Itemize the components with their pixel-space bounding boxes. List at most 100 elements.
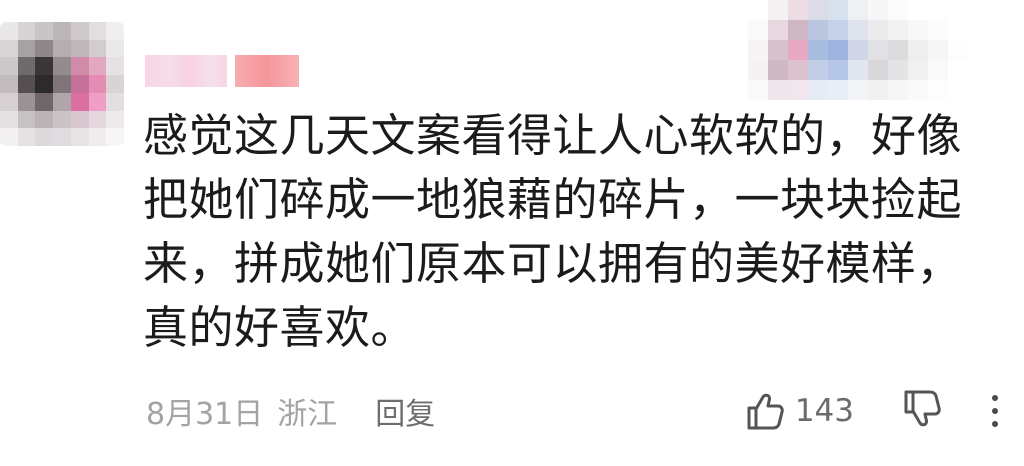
sticker-pixel	[808, 20, 828, 40]
sticker-pixel	[768, 0, 788, 20]
more-vertical-icon-dot	[992, 408, 998, 414]
avatar-pixel	[17, 128, 36, 146]
sticker-pixel	[768, 80, 788, 100]
avatar-pixel	[17, 92, 36, 111]
avatar-pixel	[53, 110, 71, 129]
avatar-pixel	[106, 92, 124, 111]
avatar-pixel	[35, 75, 54, 93]
avatar-pixel	[53, 57, 71, 76]
avatar-pixel	[53, 75, 71, 93]
avatar-pixel	[106, 128, 124, 146]
sticker-pixel	[908, 40, 928, 60]
sticker-pixel	[848, 60, 868, 80]
avatar-pixel	[53, 22, 71, 40]
like-count: 143	[794, 393, 854, 429]
sticker-pixel	[828, 40, 848, 60]
sticker-pixel	[788, 80, 808, 100]
sticker-pixel	[888, 40, 908, 60]
avatar-pixel	[35, 128, 54, 146]
sticker-pixel	[848, 80, 868, 100]
avatar-pixel	[88, 39, 107, 58]
avatar-pixel	[88, 22, 107, 40]
avatar-pixel	[17, 39, 36, 58]
avatar-pixel	[70, 128, 89, 146]
sticker-pixel	[788, 40, 808, 60]
comment-text: 感觉这几天文案看得让人心软软的，好像把她们碎成一地狼藉的碎片，一块块捡起来，拼成…	[143, 109, 963, 354]
avatar-pixel	[53, 92, 71, 111]
dislike-button[interactable]	[900, 387, 944, 435]
avatar-pixel	[70, 110, 89, 129]
avatar-pixel	[35, 57, 54, 76]
sticker-pixel	[888, 0, 908, 20]
sticker-pixel	[748, 40, 768, 60]
sticker-image	[748, 0, 968, 100]
avatar-pixel	[70, 57, 89, 76]
sticker-pixel	[788, 0, 808, 20]
sticker-pixel	[928, 60, 948, 80]
sticker-pixel	[748, 60, 768, 80]
sticker-pixel	[768, 20, 788, 40]
avatar-pixel	[70, 22, 89, 40]
sticker-pixel	[788, 20, 808, 40]
avatar-pixel	[106, 22, 124, 40]
sticker-pixel	[868, 80, 888, 100]
more-options-button[interactable]	[984, 395, 1006, 427]
avatar-pixel	[0, 75, 18, 93]
sticker-pixel	[788, 60, 808, 80]
avatar-pixel	[88, 92, 107, 111]
avatar-pixel	[53, 39, 71, 58]
avatar-pixel	[106, 39, 124, 58]
sticker-pixel	[888, 80, 908, 100]
sticker-pixel	[948, 0, 968, 20]
sticker-pixel	[768, 40, 788, 60]
sticker-pixel	[908, 0, 928, 20]
avatar-pixel	[53, 128, 71, 146]
avatar-pixel	[17, 57, 36, 76]
sticker-pixel	[748, 20, 768, 40]
comment-date: 8月31日	[146, 397, 264, 432]
comment-meta: 8月31日 浙江 回复	[146, 389, 435, 433]
sticker-pixel	[868, 20, 888, 40]
reply-button[interactable]: 回复	[375, 389, 435, 433]
sticker-pixel	[768, 60, 788, 80]
avatar-pixel	[0, 57, 18, 76]
user-badge-mosaic	[235, 55, 299, 87]
sticker-pixel	[828, 20, 848, 40]
comment-actions: 143	[743, 383, 1006, 439]
avatar-pixel	[106, 57, 124, 76]
sticker-pixel	[888, 60, 908, 80]
sticker-pixel	[908, 20, 928, 40]
sticker-pixel	[848, 40, 868, 60]
avatar-pixel	[70, 75, 89, 93]
avatar-pixel	[17, 110, 36, 129]
avatar-pixel	[35, 39, 54, 58]
username-blurred[interactable]	[145, 55, 299, 87]
avatar-pixel	[17, 75, 36, 93]
thumbs-up-icon	[743, 389, 787, 433]
more-vertical-icon-dot	[992, 395, 998, 401]
sticker-pixel	[848, 20, 868, 40]
sticker-pixel	[828, 60, 848, 80]
avatar-pixel	[0, 128, 18, 146]
avatar-pixel	[0, 39, 18, 58]
sticker-pixel	[928, 20, 948, 40]
like-button[interactable]: 143	[743, 389, 900, 433]
avatar[interactable]	[0, 22, 124, 146]
sticker-pixel	[928, 40, 948, 60]
sticker-pixel	[808, 0, 828, 20]
sticker-pixel	[908, 80, 928, 100]
avatar-pixel	[70, 39, 89, 58]
sticker-pixel	[928, 0, 948, 20]
avatar-pixel	[35, 22, 54, 40]
avatar-pixel	[106, 110, 124, 129]
avatar-pixel	[88, 57, 107, 76]
sticker-pixel	[868, 0, 888, 20]
avatar-pixel	[106, 75, 124, 93]
username-mosaic	[145, 55, 227, 87]
sticker-pixel	[828, 80, 848, 100]
avatar-pixel	[0, 22, 18, 40]
sticker-pixel	[748, 0, 768, 20]
avatar-pixel	[17, 22, 36, 40]
avatar-pixel	[35, 110, 54, 129]
avatar-pixel	[88, 75, 107, 93]
